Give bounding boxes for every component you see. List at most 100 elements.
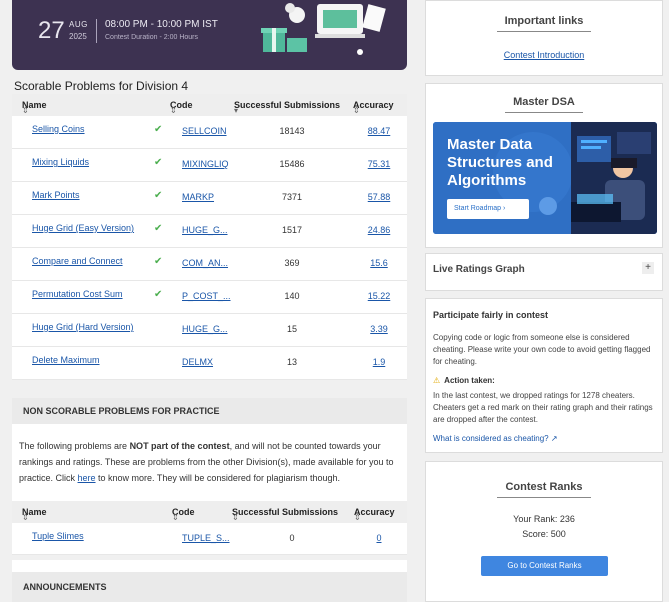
scorable-rows: Selling Coins ✔ SELLCOIN 18143 88.47 Mixing L… xyxy=(12,116,407,380)
accuracy-link[interactable]: 75.31 xyxy=(364,159,394,169)
submissions-count: 15486 xyxy=(279,159,305,169)
sort-icon: ⇕ xyxy=(22,513,29,522)
problem-name-link[interactable]: Mixing Liquids xyxy=(32,157,89,167)
developer-illustration xyxy=(571,122,657,234)
submissions-count: 369 xyxy=(284,258,300,268)
problem-code-link[interactable]: MIXINGLIQ xyxy=(182,159,229,169)
problem-code-link[interactable]: DELMX xyxy=(182,357,213,367)
non-scorable-table: ⇕ Name ⇕ Code ⇕ Successful Submissions ⇕ Acc… xyxy=(12,501,407,555)
sort-icon: ⇕ xyxy=(22,106,29,115)
check-icon: ✔ xyxy=(154,190,163,201)
problem-name-link[interactable]: Permutation Cost Sum xyxy=(32,289,123,299)
sort-icon: ⇕ xyxy=(170,106,177,115)
action-taken-heading: ⚠ Action taken: xyxy=(433,376,495,385)
expand-icon[interactable]: + xyxy=(642,262,654,274)
problem-name-link[interactable]: Compare and Connect xyxy=(32,256,123,266)
description-text: to know more. They will be considered fo… xyxy=(95,473,340,483)
contest-introduction-link[interactable]: Contest Introduction xyxy=(426,50,662,60)
live-ratings-title: Live Ratings Graph xyxy=(433,264,525,275)
problem-name-link[interactable]: Huge Grid (Easy Version) xyxy=(32,223,134,233)
master-dsa-card: Master DSA Master Data Structures and Al… xyxy=(425,83,663,248)
sort-icon: ⇕ xyxy=(232,513,239,522)
name-column-header[interactable]: ⇕ Name xyxy=(22,507,47,522)
submissions-count: 13 xyxy=(286,357,297,367)
scorable-table: ⇕ Name ⇕ Code ▾ Successful Submissions ⇕ Acc… xyxy=(12,94,407,380)
fair-play-text: Copying code or logic from someone else … xyxy=(433,333,651,366)
announcements-title: ANNOUNCEMENTS xyxy=(12,572,407,602)
cheating-info-link[interactable]: What is considered as cheating? ↗ xyxy=(433,434,558,443)
non-scorable-rows: Tuple Slimes TUPLE_S... 0 0 xyxy=(12,523,407,555)
important-links-title: Important links xyxy=(496,15,592,32)
problem-name-link[interactable]: Tuple Slimes xyxy=(32,531,84,541)
live-ratings-card[interactable]: Live Ratings Graph + xyxy=(425,253,663,291)
go-to-contest-ranks-button[interactable]: Go to Contest Ranks xyxy=(481,556,608,576)
table-row: Compare and Connect ✔ COM_AN... 369 15.6 xyxy=(12,248,407,281)
master-dsa-banner[interactable]: Master Data Structures and Algorithms St… xyxy=(433,122,657,234)
here-link[interactable]: here xyxy=(78,473,96,483)
code-column-header[interactable]: ⇕ Code xyxy=(170,100,193,115)
code-column-header[interactable]: ⇕ Code xyxy=(172,507,195,522)
problem-code-link[interactable]: COM_AN... xyxy=(182,258,228,268)
sort-icon: ⇕ xyxy=(353,106,360,115)
table-header: ⇕ Name ⇕ Code ▾ Successful Submissions ⇕ Acc… xyxy=(12,94,407,116)
table-row: Huge Grid (Hard Version) HUGE_G... 15 3.39 xyxy=(12,314,407,347)
your-rank: Your Rank: 236 xyxy=(513,514,575,524)
contest-year: 2025 xyxy=(69,32,87,41)
scorable-title: Scorable Problems for Division 4 xyxy=(14,79,189,93)
check-icon: ✔ xyxy=(154,157,163,168)
accuracy-link[interactable]: 1.9 xyxy=(364,357,394,367)
table-row: Tuple Slimes TUPLE_S... 0 0 xyxy=(12,523,407,555)
submissions-column-header[interactable]: ⇕ Successful Submissions xyxy=(232,507,338,522)
table-row: Permutation Cost Sum ✔ P_COST_... 140 15.22 xyxy=(12,281,407,314)
table-header: ⇕ Name ⇕ Code ⇕ Successful Submissions ⇕ Acc… xyxy=(12,501,407,523)
sort-down-icon: ▾ xyxy=(234,106,239,115)
problem-code-link[interactable]: HUGE_G... xyxy=(182,324,228,334)
problem-name-link[interactable]: Huge Grid (Hard Version) xyxy=(32,322,134,332)
problem-code-link[interactable]: MARKP xyxy=(182,192,214,202)
master-dsa-headline: Master Data Structures and Algorithms xyxy=(447,136,553,189)
submissions-count: 18143 xyxy=(279,126,305,136)
problem-code-link[interactable]: P_COST_... xyxy=(182,291,231,301)
submissions-count: 0 xyxy=(289,533,295,543)
your-score: Score: 500 xyxy=(522,529,566,539)
table-spacer xyxy=(12,560,407,572)
problem-code-link[interactable]: TUPLE_S... xyxy=(182,533,230,543)
check-icon: ✔ xyxy=(154,124,163,135)
warning-icon: ⚠ xyxy=(433,376,441,385)
accuracy-link[interactable]: 24.86 xyxy=(364,225,394,235)
action-taken-text: In the last contest, we dropped ratings … xyxy=(433,391,653,424)
action-taken-label: Action taken: xyxy=(444,376,495,385)
important-links-card: Important links Contest Introduction xyxy=(425,0,663,76)
problem-code-link[interactable]: HUGE_G... xyxy=(182,225,228,235)
contest-month: AUG xyxy=(69,20,88,29)
fair-play-card: Participate fairly in contest Copying co… xyxy=(425,298,663,453)
submissions-count: 15 xyxy=(286,324,297,334)
master-dsa-title: Master DSA xyxy=(505,96,583,113)
accuracy-link[interactable]: 15.6 xyxy=(364,258,394,268)
submissions-column-header[interactable]: ▾ Successful Submissions xyxy=(234,100,340,115)
accuracy-column-header[interactable]: ⇕ Accuracy xyxy=(353,100,394,115)
table-row: Huge Grid (Easy Version) ✔ HUGE_G... 1517 24… xyxy=(12,215,407,248)
accuracy-column-header[interactable]: ⇕ Accuracy xyxy=(354,507,395,522)
contest-time: 08:00 PM - 10:00 PM IST xyxy=(105,19,218,30)
accuracy-link[interactable]: 57.88 xyxy=(364,192,394,202)
cheating-info-label: What is considered as cheating? xyxy=(433,434,549,443)
problem-name-link[interactable]: Mark Points xyxy=(32,190,80,200)
check-icon: ✔ xyxy=(154,289,163,300)
problem-name-link[interactable]: Delete Maximum xyxy=(32,355,100,365)
accuracy-link[interactable]: 15.22 xyxy=(364,291,394,301)
start-roadmap-button[interactable]: Start Roadmap › xyxy=(447,199,529,219)
contest-banner: 27 AUG 2025 08:00 PM - 10:00 PM IST Cont… xyxy=(12,0,407,70)
accuracy-link[interactable]: 88.47 xyxy=(364,126,394,136)
problem-name-link[interactable]: Selling Coins xyxy=(32,124,85,134)
submissions-count: 7371 xyxy=(281,192,303,202)
sort-icon: ⇕ xyxy=(172,513,179,522)
left-column: 27 AUG 2025 08:00 PM - 10:00 PM IST Cont… xyxy=(12,0,408,602)
check-icon: ✔ xyxy=(154,223,163,234)
non-scorable-description: The following problems are NOT part of t… xyxy=(12,424,407,501)
accuracy-link[interactable]: 3.39 xyxy=(364,324,394,334)
problem-code-link[interactable]: SELLCOIN xyxy=(182,126,227,136)
non-scorable-title: NON SCORABLE PROBLEMS FOR PRACTICE xyxy=(12,398,407,424)
accuracy-link[interactable]: 0 xyxy=(364,533,394,543)
name-column-header[interactable]: ⇕ Name xyxy=(22,100,47,115)
